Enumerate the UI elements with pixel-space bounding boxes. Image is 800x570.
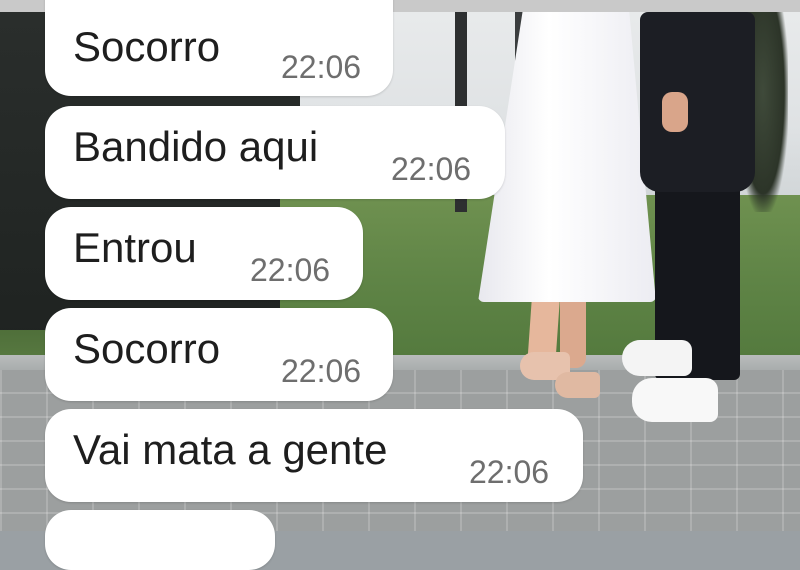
message-timestamp: 22:06 bbox=[391, 151, 472, 187]
message-text: Socorro bbox=[73, 23, 221, 70]
message-timestamp: 22:06 bbox=[281, 49, 362, 85]
message-bubble-partial[interactable] bbox=[45, 510, 275, 570]
message-text: Entrou bbox=[73, 224, 197, 271]
message-timestamp: 22:06 bbox=[281, 353, 362, 389]
message-bubble[interactable]: Bandido aqui 22:06 bbox=[45, 106, 505, 199]
message-timestamp: 22:06 bbox=[250, 252, 331, 288]
message-timestamp: 22:06 bbox=[469, 454, 550, 490]
message-bubble[interactable]: Socorro 22:06 bbox=[45, 0, 393, 96]
message-bubble[interactable]: Entrou 22:06 bbox=[45, 207, 363, 300]
chat-thread: Socorro 22:06 Bandido aqui 22:06 Entrou … bbox=[0, 0, 800, 570]
message-text: Vai mata a gente bbox=[73, 426, 388, 473]
message-bubble[interactable]: Socorro 22:06 bbox=[45, 308, 393, 401]
message-bubble[interactable]: Vai mata a gente 22:06 bbox=[45, 409, 583, 502]
message-text: Bandido aqui bbox=[73, 123, 319, 170]
message-text: Socorro bbox=[73, 325, 221, 372]
